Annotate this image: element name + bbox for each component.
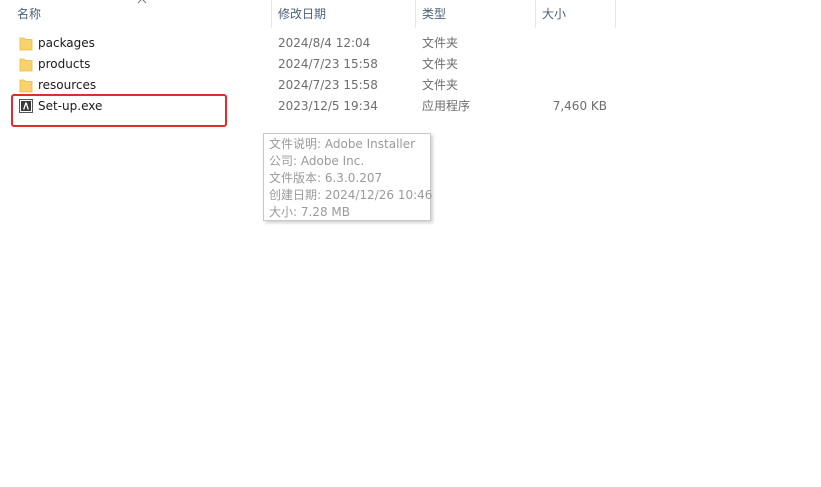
column-header-date[interactable]: 修改日期: [272, 0, 414, 28]
tooltip-created: 创建日期: 2024/12/26 10:46: [269, 188, 433, 202]
file-type: 应用程序: [422, 99, 471, 113]
column-header-size[interactable]: 大小: [536, 0, 614, 28]
file-name: products: [38, 57, 91, 71]
file-date: 2024/7/23 15:58: [278, 57, 378, 71]
file-type: 文件夹: [422, 78, 459, 92]
tooltip-description: 文件说明: Adobe Installer: [269, 137, 416, 151]
column-divider[interactable]: [615, 0, 616, 28]
tooltip-version: 文件版本: 6.3.0.207: [269, 171, 383, 185]
file-date: 2024/8/4 12:04: [278, 36, 371, 50]
file-row-products[interactable]: products 2024/7/23 15:58 文件夹: [0, 54, 821, 75]
folder-icon: [19, 58, 33, 72]
file-row-resources[interactable]: resources 2024/7/23 15:58 文件夹: [0, 75, 821, 96]
file-name: resources: [38, 78, 97, 92]
folder-icon: [19, 79, 33, 93]
folder-icon: [19, 37, 33, 51]
highlight-annotation-box: [11, 94, 227, 127]
file-type: 文件夹: [422, 57, 459, 71]
file-row-packages[interactable]: packages 2024/8/4 12:04 文件夹: [0, 33, 821, 54]
file-size: 7,460 KB: [552, 99, 607, 113]
file-date: 2023/12/5 19:34: [278, 99, 378, 113]
file-info-tooltip: 文件说明: Adobe Installer 公司: Adobe Inc. 文件版…: [263, 133, 433, 221]
sort-ascending-icon: [137, 0, 147, 4]
file-date: 2024/7/23 15:58: [278, 78, 378, 92]
file-name: packages: [38, 36, 95, 50]
file-type: 文件夹: [422, 36, 459, 50]
tooltip-size: 大小: 7.28 MB: [269, 205, 350, 219]
column-header-type[interactable]: 类型: [416, 0, 534, 28]
column-header-bar: 名称 修改日期 类型 大小: [0, 0, 821, 28]
tooltip-company: 公司: Adobe Inc.: [269, 154, 365, 168]
